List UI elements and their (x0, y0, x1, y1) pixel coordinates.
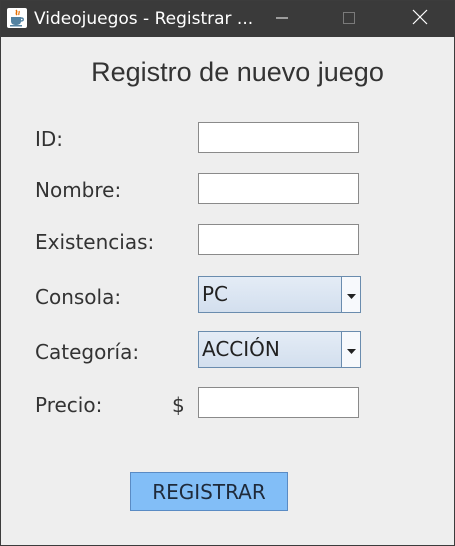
nombre-label: Nombre: (35, 178, 122, 202)
categoria-label: Categoría: (35, 340, 140, 364)
id-field[interactable] (198, 122, 359, 153)
close-icon (412, 9, 428, 29)
consola-label: Consola: (35, 285, 122, 309)
minimize-icon (275, 10, 289, 29)
minimize-button[interactable] (259, 1, 305, 37)
nombre-field[interactable] (198, 173, 359, 204)
existencias-label: Existencias: (35, 230, 155, 254)
currency-symbol: $ (172, 393, 185, 417)
java-cup-icon (7, 8, 27, 28)
chevron-down-icon (346, 285, 356, 304)
app-window: Videojuegos - Registrar ... Registro de … (0, 0, 455, 546)
form-panel: Registro de nuevo juego ID: Nombre: Exis… (1, 37, 454, 545)
title-bar[interactable]: Videojuegos - Registrar ... (1, 1, 454, 37)
categoria-dropdown-button[interactable] (341, 332, 360, 367)
categoria-selected-value: ACCIÓN (202, 337, 280, 361)
existencias-field[interactable] (198, 224, 359, 255)
maximize-icon (342, 10, 356, 29)
precio-input[interactable] (199, 388, 358, 417)
id-label: ID: (35, 127, 64, 151)
consola-dropdown-button[interactable] (341, 277, 360, 312)
precio-field[interactable] (198, 387, 359, 418)
chevron-down-icon (346, 340, 356, 359)
consola-selected-value: PC (202, 282, 229, 306)
id-input[interactable] (199, 123, 358, 152)
existencias-input[interactable] (199, 225, 358, 254)
precio-label: Precio: (35, 393, 103, 417)
consola-select[interactable]: PC (198, 276, 361, 313)
close-button[interactable] (397, 1, 443, 37)
categoria-select[interactable]: ACCIÓN (198, 331, 361, 368)
page-title: Registro de nuevo juego (91, 57, 384, 87)
nombre-input[interactable] (199, 174, 358, 203)
registrar-button[interactable]: REGISTRAR (130, 472, 288, 511)
window-title: Videojuegos - Registrar ... (34, 9, 254, 29)
maximize-button[interactable] (326, 1, 372, 37)
